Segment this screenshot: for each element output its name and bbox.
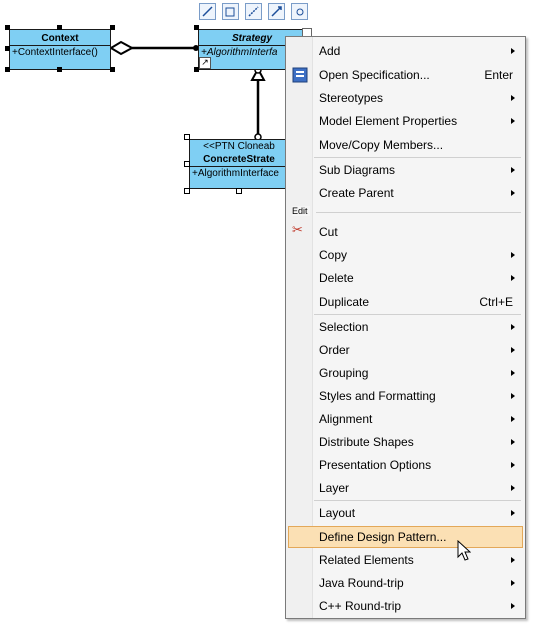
menu-item-cpp-round-trip[interactable]: C++ Round-trip: [288, 595, 523, 617]
menu-item-label: Alignment: [319, 412, 373, 426]
menu-item-create-parent[interactable]: Create Parent: [288, 182, 523, 204]
selection-handle[interactable]: [5, 67, 10, 72]
menu-separator: [314, 157, 521, 158]
submenu-arrow-icon: [511, 118, 515, 124]
submenu-arrow-icon: [511, 347, 515, 353]
menu-item-label: Cut: [319, 225, 338, 239]
selection-handle[interactable]: [5, 46, 10, 51]
submenu-arrow-icon: [511, 393, 515, 399]
menu-item-layout[interactable]: Layout: [288, 502, 523, 524]
context-class[interactable]: Context +ContextInterface(): [9, 29, 111, 70]
selection-handle[interactable]: [236, 188, 242, 194]
selection-handle[interactable]: [184, 188, 190, 194]
menu-item-presentation-options[interactable]: Presentation Options: [288, 454, 523, 476]
menu-item-label: Layer: [319, 481, 350, 495]
menu-separator: [314, 500, 521, 501]
selection-handle[interactable]: [184, 161, 190, 167]
submenu-arrow-icon: [511, 580, 515, 586]
menu-item-label: Layout: [319, 506, 356, 520]
shortcut-arrow-icon: ↗: [199, 57, 211, 69]
submenu-arrow-icon: [511, 510, 515, 516]
menu-item-model-element-properties[interactable]: Model Element Properties: [288, 110, 523, 132]
menu-item-label: Related Elements: [319, 553, 414, 567]
submenu-arrow-icon: [511, 416, 515, 422]
submenu-arrow-icon: [511, 439, 515, 445]
menu-item-label: Move/Copy Members...: [319, 138, 444, 152]
menu-separator: [314, 314, 521, 315]
menu-item-label: Java Round-trip: [319, 576, 404, 590]
specification-icon: [292, 67, 308, 83]
menu-item-order[interactable]: Order: [288, 339, 523, 361]
submenu-arrow-icon: [511, 190, 515, 196]
toolbar-glyphs: [202, 6, 304, 17]
menu-item-label: Delete: [319, 271, 354, 285]
context-class-name: Context: [41, 33, 79, 44]
submenu-arrow-icon: [511, 462, 515, 468]
menu-item-label: Open Specification...: [319, 68, 430, 82]
mouse-cursor-icon: [457, 540, 471, 561]
menu-item-define-design-pattern[interactable]: Define Design Pattern...: [288, 526, 523, 548]
scissors-icon: ✂: [292, 223, 303, 238]
aggregation-connector[interactable]: [109, 40, 199, 56]
menu-item-label: Add: [319, 44, 341, 58]
submenu-arrow-icon: [511, 324, 515, 330]
menu-item-shortcut: Enter: [484, 68, 513, 82]
menu-item-copy[interactable]: Copy: [288, 244, 523, 266]
concrete-class-stereotype: <<PTN Cloneab: [203, 141, 275, 152]
submenu-arrow-icon: [511, 167, 515, 173]
selection-handle[interactable]: [57, 67, 62, 72]
menu-item-move-copy-members[interactable]: Move/Copy Members...: [288, 134, 523, 156]
concrete-strategy-class[interactable]: <<PTN Cloneab ConcreteStrate +AlgorithmI…: [189, 139, 289, 189]
menu-item-label: Stereotypes: [319, 91, 384, 105]
menu-item-layer[interactable]: Layer: [288, 477, 523, 499]
submenu-arrow-icon: [511, 275, 515, 281]
menu-item-selection[interactable]: Selection: [288, 316, 523, 338]
menu-item-sub-diagrams[interactable]: Sub Diagrams: [288, 159, 523, 181]
submenu-arrow-icon: [511, 48, 515, 54]
menu-item-label: Order: [319, 343, 350, 357]
menu-item-duplicate[interactable]: Duplicate Ctrl+E: [288, 291, 523, 313]
concrete-class-operation: +AlgorithmInterface: [192, 168, 279, 179]
menu-item-label: Grouping: [319, 366, 369, 380]
menu-item-label: Copy: [319, 248, 348, 262]
menu-item-label: C++ Round-trip: [319, 599, 402, 613]
menu-item-label: Selection: [319, 320, 369, 334]
menu-group-label: Edit: [292, 206, 310, 216]
menu-item-stereotypes[interactable]: Stereotypes: [288, 87, 523, 109]
submenu-arrow-icon: [511, 557, 515, 563]
generalization-connector[interactable]: [250, 66, 266, 141]
menu-item-add[interactable]: Add: [288, 40, 523, 62]
selection-handle[interactable]: [194, 67, 199, 72]
selection-handle[interactable]: [184, 134, 190, 140]
context-class-operation: +ContextInterface(): [12, 47, 98, 58]
submenu-arrow-icon: [511, 603, 515, 609]
menu-item-java-round-trip[interactable]: Java Round-trip: [288, 572, 523, 594]
menu-item-label: Model Element Properties: [319, 114, 458, 128]
submenu-arrow-icon: [511, 95, 515, 101]
menu-item-label: Create Parent: [319, 186, 394, 200]
selection-handle[interactable]: [110, 67, 115, 72]
menu-item-related-elements[interactable]: Related Elements: [288, 549, 523, 571]
menu-item-grouping[interactable]: Grouping: [288, 362, 523, 384]
submenu-arrow-icon: [511, 252, 515, 258]
menu-item-open-specification[interactable]: Open Specification... Enter: [288, 64, 523, 86]
menu-item-alignment[interactable]: Alignment: [288, 408, 523, 430]
submenu-arrow-icon: [511, 485, 515, 491]
menu-item-delete[interactable]: Delete: [288, 267, 523, 289]
menu-item-label: Presentation Options: [319, 458, 432, 472]
menu-item-cut[interactable]: ✂ Cut: [288, 221, 523, 243]
menu-item-label: Duplicate: [319, 295, 370, 309]
menu-item-label: Sub Diagrams: [319, 163, 396, 177]
menu-separator: [316, 212, 521, 213]
submenu-arrow-icon: [511, 370, 515, 376]
menu-item-styles-and-formatting[interactable]: Styles and Formatting: [288, 385, 523, 407]
menu-item-shortcut: Ctrl+E: [479, 295, 513, 309]
menu-item-label: Define Design Pattern...: [319, 530, 447, 544]
menu-item-label: Styles and Formatting: [319, 389, 436, 403]
menu-item-label: Distribute Shapes: [319, 435, 414, 449]
concrete-class-name: ConcreteStrate: [203, 154, 275, 165]
menu-item-distribute-shapes[interactable]: Distribute Shapes: [288, 431, 523, 453]
context-menu: Add Open Specification... Enter Stereoty…: [285, 36, 526, 619]
